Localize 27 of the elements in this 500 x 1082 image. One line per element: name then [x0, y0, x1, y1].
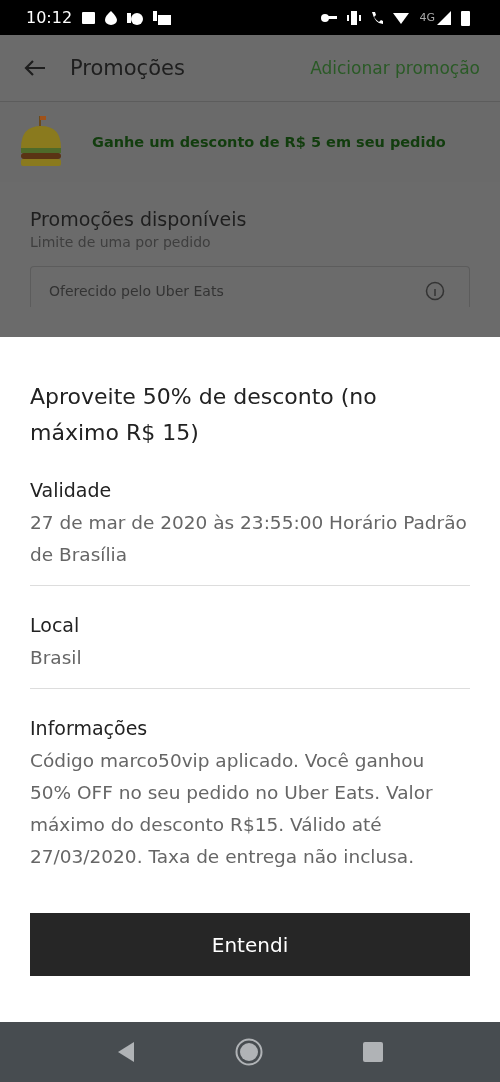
- back-icon[interactable]: [117, 1041, 135, 1063]
- clock-time: 10:12: [26, 8, 73, 27]
- back-arrow-icon[interactable]: [24, 59, 46, 77]
- detail-text: Código marco50vip aplicado. Você ganhou 50% OFF no seu pedido no Uber Eats. Valor máximo do desconto R$15. Válido até 27/03/2020. Taxa de entrega não inclusa.: [30, 749, 434, 869]
- promo-banner-text: Ganhe um desconto de R$ 5 em seu pedido: [92, 134, 446, 150]
- vibrate-icon: [347, 10, 362, 25]
- flame-icon: [105, 10, 118, 25]
- signal-icon: [437, 10, 451, 25]
- wifi-icon: [393, 11, 410, 24]
- confirm-button[interactable]: Entendi: [30, 913, 470, 976]
- sheet-title: Aproveite 50% de desconto (no máximo R$ 15): [30, 383, 378, 447]
- battery-icon: [461, 9, 470, 26]
- network-label: 4G: [419, 11, 435, 24]
- card-label: Oferecido pelo Uber Eats: [49, 283, 224, 299]
- phone-icon: [371, 10, 384, 25]
- promotion-card[interactable]: Oferecido pelo Uber Eats: [30, 266, 470, 307]
- page-title: Promoções: [70, 56, 185, 80]
- detail-heading: Validade: [30, 479, 113, 501]
- detail-text: Brasil: [30, 646, 83, 670]
- add-promotion-link[interactable]: Adicionar promoção: [310, 58, 480, 78]
- detail-heading: Local: [30, 614, 81, 636]
- key-icon: [321, 12, 338, 23]
- section-title: Promoções disponíveis: [30, 208, 248, 230]
- home-icon[interactable]: [235, 1038, 263, 1066]
- detail-heading: Informações: [30, 717, 149, 739]
- info-icon[interactable]: [425, 281, 445, 301]
- detail-text: 27 de mar de 2020 às 23:55:00 Horário Padrão de Brasília: [30, 511, 468, 567]
